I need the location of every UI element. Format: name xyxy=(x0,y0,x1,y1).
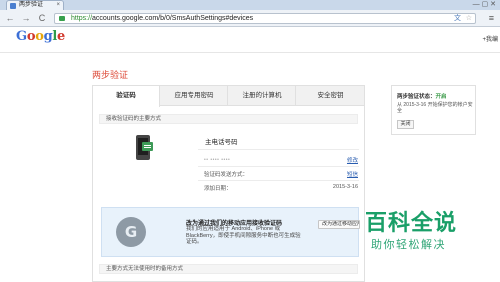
google-favicon-icon xyxy=(10,3,16,9)
phone-number-masked: •• •••• •••• xyxy=(204,157,231,163)
message-icon xyxy=(142,142,153,151)
google-logo[interactable]: Google xyxy=(16,29,65,44)
phone-icon xyxy=(136,135,153,160)
star-icon[interactable]: ☆ xyxy=(466,14,472,23)
lock-icon xyxy=(59,16,65,21)
window-titlebar: 两步验证 × — ▢ ✕ xyxy=(0,0,500,10)
added-date-value: 2015-3-16 xyxy=(332,184,358,190)
window-controls[interactable]: — ▢ ✕ xyxy=(473,0,496,9)
tab-bar: 验证码 应用专用密码 注册的计算机 安全密钥 xyxy=(93,86,364,107)
status-label: 两步验证状态： xyxy=(397,94,436,100)
url-path: accounts.google.com/b/0/SmsAuthSettings#… xyxy=(92,15,254,22)
edit-phone-link[interactable]: 修改 xyxy=(347,156,358,164)
status-line: 两步验证状态：开启 xyxy=(397,92,447,100)
tab-title: 两步验证 xyxy=(19,2,44,8)
section-primary-method: 接收验证码的主要方式 xyxy=(99,114,358,124)
watermark-subtitle: 助你轻松解决 xyxy=(371,239,446,251)
browser-toolbar: ← → C https://accounts.google.com/b/0/Sm… xyxy=(0,10,500,27)
divider xyxy=(198,166,359,167)
close-icon[interactable]: × xyxy=(56,1,60,10)
turn-off-button[interactable]: 关闭 xyxy=(397,120,414,129)
menu-icon[interactable]: ≡ xyxy=(489,13,494,23)
section-backup-method: 主要方式无法使用时的备用方式 xyxy=(99,264,358,274)
promo-text: 我们的应用适用于 Android、iPhone 或 BlackBerry，即使手… xyxy=(186,226,301,245)
google-header: Google +我编 xyxy=(0,27,500,53)
browser-tab[interactable]: 两步验证 × xyxy=(6,0,64,10)
translate-icon[interactable]: 文 xyxy=(454,14,461,23)
account-link[interactable]: +我编 xyxy=(482,34,498,43)
phone-label: 主电话号码 xyxy=(205,139,238,146)
divider xyxy=(198,180,359,181)
forward-icon[interactable]: → xyxy=(20,12,32,24)
reload-icon[interactable]: C xyxy=(36,12,48,24)
added-date-label: 添加日期： xyxy=(204,186,232,192)
divider xyxy=(198,149,359,150)
status-since: 从 2015-3-16 开始保护您的帐户安全 xyxy=(397,102,473,114)
back-icon[interactable]: ← xyxy=(4,12,16,24)
mobile-app-promo: 改为通过我们的移动应用接收验证码 我们的应用适用于 Android、iPhone… xyxy=(101,207,360,257)
verification-card: 验证码 应用专用密码 注册的计算机 安全密钥 接收验证码的主要方式 主电话号码 … xyxy=(92,85,365,282)
watermark-title: 百科全说 xyxy=(365,211,458,236)
url-scheme: https:// xyxy=(71,15,93,22)
address-bar[interactable]: https://accounts.google.com/b/0/SmsAuthS… xyxy=(54,13,476,24)
page-title: 两步验证 xyxy=(92,70,129,80)
switch-to-app-button[interactable]: 改为通过移动应用接收 xyxy=(318,220,360,229)
status-badge: 开启 xyxy=(435,94,447,100)
send-method-label: 验证码发送方式： xyxy=(204,172,249,178)
tab-app-passwords[interactable]: 应用专用密码 xyxy=(161,86,228,106)
tab-codes[interactable]: 验证码 xyxy=(93,86,160,107)
tab-registered-computers[interactable]: 注册的计算机 xyxy=(229,86,296,106)
google-authenticator-icon xyxy=(116,217,146,247)
status-panel: 两步验证状态：开启 从 2015-3-16 开始保护您的帐户安全 关闭 xyxy=(391,85,476,135)
send-method-link[interactable]: 短信 xyxy=(347,170,358,178)
tab-security-keys[interactable]: 安全密钥 xyxy=(297,86,364,106)
